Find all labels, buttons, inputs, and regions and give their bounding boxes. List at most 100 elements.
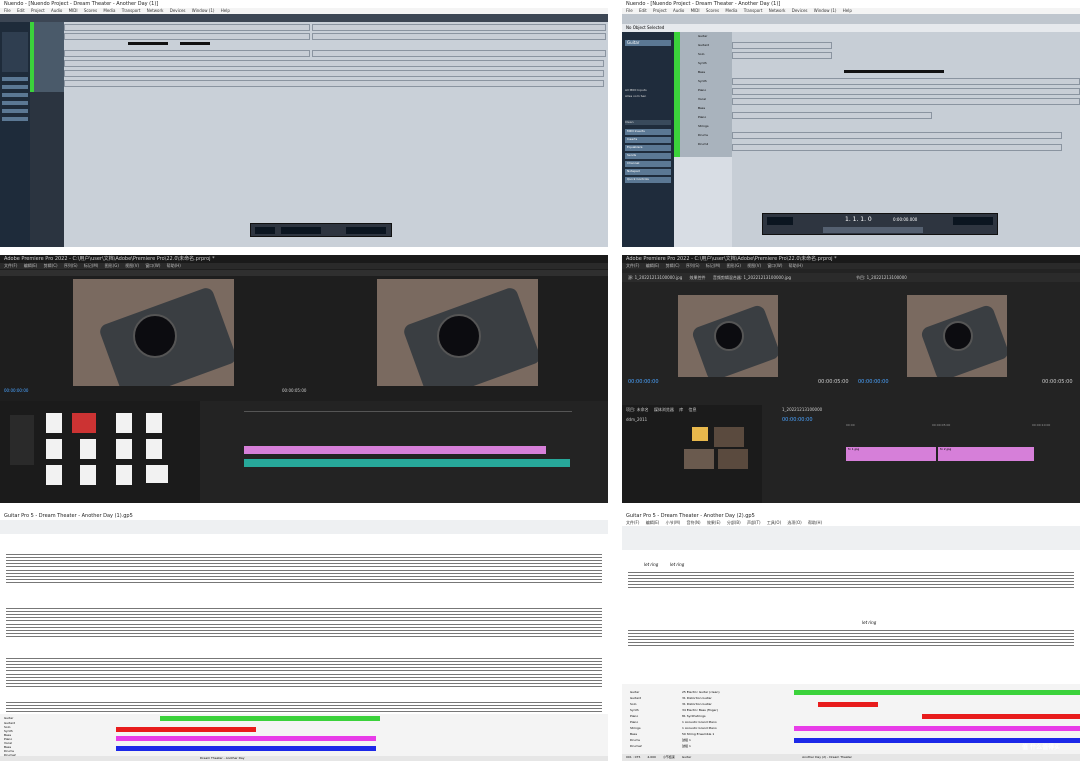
- tab-source[interactable]: 源: 1_20221213100000.jpg: [628, 275, 682, 280]
- section-inserts[interactable]: Inserts: [625, 137, 671, 143]
- event[interactable]: [732, 52, 832, 59]
- tab-project[interactable]: 项目: 未命名: [626, 407, 649, 412]
- menu-help[interactable]: Help: [843, 8, 852, 13]
- track-name[interactable]: Piano: [630, 714, 638, 718]
- event[interactable]: [64, 60, 604, 67]
- track-name[interactable]: Guitar2: [698, 43, 709, 47]
- menu-view[interactable]: 视图(V): [125, 263, 139, 268]
- tab-info[interactable]: 信息: [688, 407, 696, 412]
- track-name[interactable]: Synth: [630, 708, 639, 712]
- tab-program[interactable]: 节目: 1_20221213100000: [856, 273, 907, 282]
- tab-libraries[interactable]: 库: [679, 407, 683, 412]
- menu-file[interactable]: 文件(F): [626, 520, 639, 525]
- video-clip[interactable]: [244, 446, 546, 454]
- menu-marker[interactable]: 标记(M): [706, 263, 721, 268]
- event[interactable]: [64, 33, 310, 40]
- menu-devices[interactable]: Devices: [792, 8, 808, 13]
- event[interactable]: [732, 112, 932, 119]
- track-name[interactable]: Bass: [698, 106, 705, 110]
- menu-midi[interactable]: MIDI: [69, 8, 78, 13]
- menu-file[interactable]: File: [4, 8, 11, 13]
- menu-scores[interactable]: Scores: [84, 8, 97, 13]
- menu-note[interactable]: 音符(N): [687, 520, 701, 525]
- event[interactable]: [64, 70, 604, 77]
- track-name[interactable]: Drum2: [698, 142, 708, 146]
- track-name[interactable]: Bass: [698, 70, 705, 74]
- event[interactable]: [312, 50, 606, 57]
- score-view[interactable]: [0, 534, 608, 715]
- track-name[interactable]: Piano: [630, 720, 638, 724]
- section-midi-inserts[interactable]: MIDI Inserts: [625, 129, 671, 135]
- menu-options[interactable]: 选项(O): [787, 520, 801, 525]
- event[interactable]: [64, 50, 310, 57]
- program-label[interactable]: Clean: [625, 120, 671, 125]
- track-name[interactable]: Piano: [698, 115, 706, 119]
- track-name[interactable]: Guitar: [4, 716, 13, 720]
- menu-file[interactable]: File: [626, 8, 633, 13]
- menu-voice[interactable]: 声部(T): [747, 520, 761, 525]
- menu-audio[interactable]: Audio: [51, 8, 62, 13]
- track-name[interactable]: Drums: [698, 133, 708, 137]
- event[interactable]: [312, 24, 606, 31]
- event[interactable]: [64, 24, 310, 31]
- section-notepad[interactable]: Notepad: [625, 169, 671, 175]
- menu-media[interactable]: Media: [725, 8, 737, 13]
- track-name[interactable]: Synth: [698, 61, 707, 65]
- event[interactable]: [312, 33, 606, 40]
- menu-help[interactable]: 帮助(H): [789, 263, 803, 268]
- menu-tools[interactable]: 工具(O): [767, 520, 781, 525]
- track-name[interactable]: Guitar2: [630, 696, 641, 700]
- track-name[interactable]: Guitar: [698, 34, 707, 38]
- score-view[interactable]: let ring let ring let ring: [622, 550, 1080, 684]
- menu-section[interactable]: 分部(B): [727, 520, 741, 525]
- menu-window[interactable]: Window (1): [814, 8, 837, 13]
- track-name[interactable]: Vocal: [698, 97, 706, 101]
- menu-help[interactable]: Help: [221, 8, 230, 13]
- track-name[interactable]: Strings: [698, 124, 709, 128]
- menu-midi[interactable]: MIDI: [691, 8, 700, 13]
- menu-measure[interactable]: 小节(M): [666, 520, 681, 525]
- track-name[interactable]: Solo: [698, 52, 704, 56]
- menu-view[interactable]: 视图(V): [747, 263, 761, 268]
- video-clip[interactable]: fx 1.jpg: [846, 447, 936, 461]
- event[interactable]: [64, 80, 604, 87]
- menu-network[interactable]: Network: [147, 8, 164, 13]
- menu-clip[interactable]: 剪辑(C): [44, 263, 58, 268]
- menu-effects[interactable]: 效果(E): [707, 520, 721, 525]
- track-name[interactable]: Drums2: [630, 744, 642, 748]
- menu-edit[interactable]: Edit: [639, 8, 647, 13]
- menu-sequence[interactable]: 序列(S): [64, 263, 78, 268]
- menu-edit[interactable]: 编辑(E): [646, 520, 660, 525]
- menu-clip[interactable]: 剪辑(C): [666, 263, 680, 268]
- transport-panel[interactable]: [250, 223, 392, 237]
- track-name[interactable]: Guitar: [630, 690, 639, 694]
- menu-scores[interactable]: Scores: [706, 8, 719, 13]
- timeline-panel[interactable]: [200, 401, 608, 503]
- event[interactable]: [732, 88, 1080, 95]
- track-name[interactable]: Solo: [630, 702, 636, 706]
- event[interactable]: [732, 78, 1080, 85]
- event[interactable]: [732, 98, 1080, 105]
- track-name[interactable]: Drums: [630, 738, 640, 742]
- section-equalizers[interactable]: Equalizers: [625, 145, 671, 151]
- tab-effect-controls[interactable]: 效果控件: [690, 275, 706, 280]
- menu-edit[interactable]: 编辑(E): [646, 263, 660, 268]
- menu-project[interactable]: Project: [653, 8, 667, 13]
- event[interactable]: [732, 42, 832, 49]
- menu-graphics[interactable]: 图形(G): [105, 263, 119, 268]
- section-channel[interactable]: Channel: [625, 161, 671, 167]
- transport-panel[interactable]: 1. 1. 1. 0 0:00:00.000: [762, 213, 998, 235]
- menu-help[interactable]: 帮助(H): [808, 520, 822, 525]
- menu-transport[interactable]: Transport: [744, 8, 763, 13]
- timeline-panel[interactable]: 1_20221213100000 00:00:00:00 00:00 00:00…: [762, 405, 1080, 503]
- menu-network[interactable]: Network: [769, 8, 786, 13]
- tab-media-browser[interactable]: 媒体浏览器: [654, 407, 674, 412]
- menu-transport[interactable]: Transport: [122, 8, 141, 13]
- tab-audio-mixer[interactable]: 音频剪辑混合器: 1_20221213100000.jpg: [713, 275, 791, 280]
- menu-file[interactable]: 文件(F): [4, 263, 17, 268]
- menu-audio[interactable]: Audio: [673, 8, 684, 13]
- menu-sequence[interactable]: 序列(S): [686, 263, 700, 268]
- menu-project[interactable]: Project: [31, 8, 45, 13]
- menu-edit[interactable]: 编辑(E): [24, 263, 38, 268]
- menu-window[interactable]: Window (1): [192, 8, 215, 13]
